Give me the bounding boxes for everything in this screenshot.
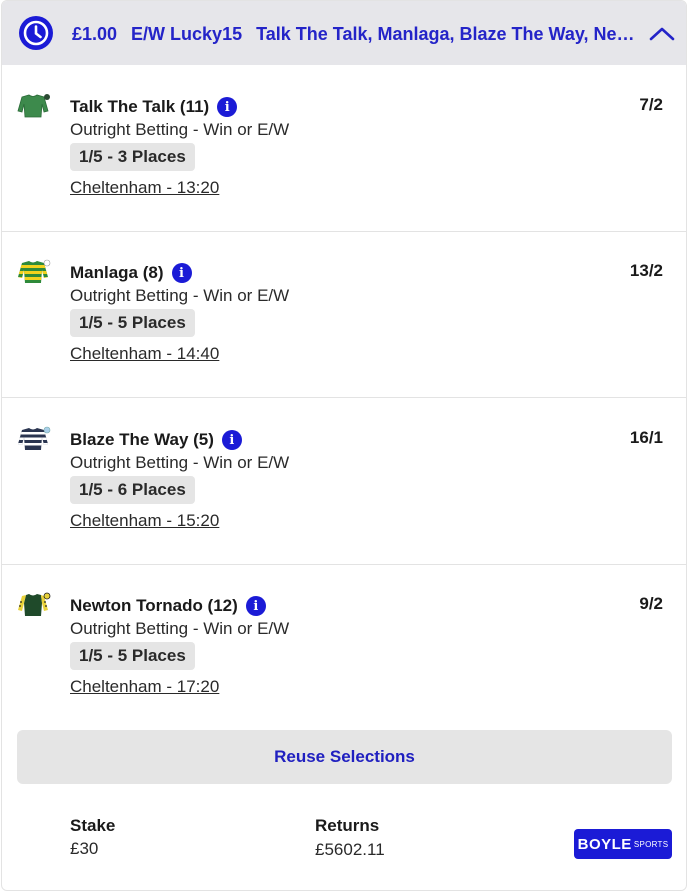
selection-name: Newton Tornado (12) [70, 596, 238, 615]
race-link[interactable]: Cheltenham - 17:20 [70, 677, 219, 697]
returns-value: £5602.11 [315, 840, 385, 859]
navy-white-hoops-silk-icon [18, 426, 51, 450]
chevron-up-icon[interactable] [648, 23, 676, 45]
info-icon[interactable]: i [171, 263, 192, 283]
returns-label: Returns [315, 816, 380, 835]
selection-odds: 16/1 [629, 428, 663, 447]
each-way-terms: 1/5 - 3 Places [70, 143, 195, 171]
selection-market: Outright Betting - Win or E/W [70, 453, 290, 472]
selection-odds: 13/2 [629, 261, 663, 280]
clock-icon [19, 16, 53, 50]
bet-summary: £1.00 E/W Lucky15 Talk The Talk, Manlaga, … [72, 21, 647, 47]
selection-odds: 9/2 [639, 594, 663, 613]
dark-green-yellow-sleeves-silk-icon [18, 592, 51, 616]
info-icon[interactable]: i [217, 97, 238, 117]
stake-value: £30 [70, 839, 99, 858]
stake-label: Stake [70, 816, 116, 835]
race-link[interactable]: Cheltenham - 13:20 [70, 178, 219, 198]
bet-receipt-card: £1.00 E/W Lucky15 Talk The Talk, Manlaga, … [1, 0, 687, 891]
selection-market: Outright Betting - Win or E/W [70, 286, 290, 305]
selection-item: Manlaga (8) i 13/2 Outright Betting - Wi… [2, 231, 686, 397]
each-way-terms: 1/5 - 5 Places [70, 642, 195, 670]
selection-name: Blaze The Way (5) [70, 430, 214, 449]
selection-odds: 7/2 [639, 95, 663, 114]
selection-name: Talk The Talk (11) [70, 97, 210, 116]
reuse-selections-button[interactable]: Reuse Selections [17, 730, 672, 784]
selection-item: Blaze The Way (5) i 16/1 Outright Bettin… [2, 398, 686, 564]
race-link[interactable]: Cheltenham - 14:40 [70, 344, 219, 364]
selection-name: Manlaga (8) [70, 263, 164, 282]
selection-market: Outright Betting - Win or E/W [70, 619, 290, 638]
info-icon[interactable]: i [221, 430, 242, 450]
green-yellow-hoops-silk-icon [18, 259, 51, 283]
header-selections: Talk The Talk, Manlaga, Blaze The Way, N… [256, 24, 647, 44]
selection-item: Newton Tornado (12) i 9/2 Outright Betti… [2, 564, 686, 730]
info-icon[interactable]: i [245, 596, 266, 616]
each-way-terms: 1/5 - 5 Places [70, 309, 195, 337]
header-stake: £1.00 [72, 24, 118, 44]
brand-sub: SPORTS [633, 839, 669, 849]
brand-main: BOYLE [577, 835, 632, 853]
selection-item: Talk The Talk (11) i 7/2 Outright Bettin… [2, 65, 686, 231]
boylesports-logo: BOYLE SPORTS [574, 829, 672, 859]
header-bet-type: E/W Lucky15 [131, 24, 243, 44]
race-link[interactable]: Cheltenham - 15:20 [70, 511, 219, 531]
green-silk-icon [17, 94, 50, 118]
bet-header[interactable]: £1.00 E/W Lucky15 Talk The Talk, Manlaga, … [2, 1, 686, 65]
selection-market: Outright Betting - Win or E/W [70, 120, 290, 139]
each-way-terms: 1/5 - 6 Places [70, 476, 195, 504]
